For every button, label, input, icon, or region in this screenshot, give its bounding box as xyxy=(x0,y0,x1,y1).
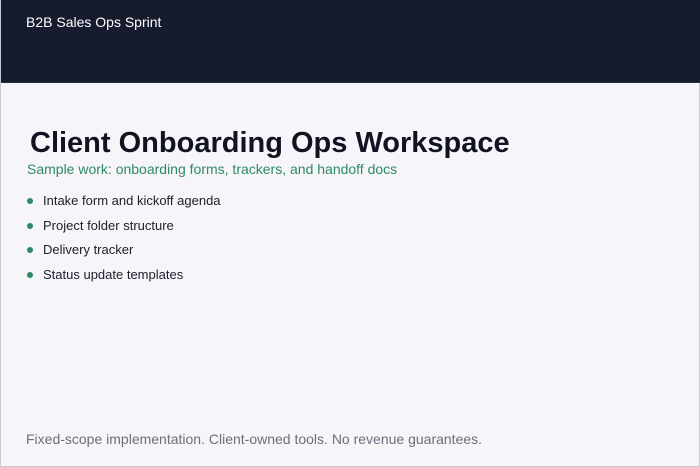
page: B2B Sales Ops Sprint Client Onboarding O… xyxy=(0,0,700,467)
bullet-dot-icon xyxy=(27,222,33,229)
brand-title[interactable]: B2B Sales Ops Sprint xyxy=(26,14,161,30)
list-item: Project folder structure xyxy=(27,218,221,243)
list-item: Delivery tracker xyxy=(27,242,221,267)
top-header: B2B Sales Ops Sprint xyxy=(1,0,700,83)
page-subtitle: Sample work: onboarding forms, trackers,… xyxy=(27,161,398,177)
list-item-label: Project folder structure xyxy=(43,217,174,233)
footer-disclaimer: Fixed-scope implementation. Client-owned… xyxy=(26,431,483,447)
list-item: Intake form and kickoff agenda xyxy=(27,193,221,218)
page-title: Client Onboarding Ops Workspace xyxy=(30,127,510,159)
list-item-label: Status update templates xyxy=(43,266,184,282)
bullet-dot-icon xyxy=(27,198,33,204)
bullet-dot-icon xyxy=(27,247,33,253)
deliverables-list: Intake form and kickoff agenda Project f… xyxy=(27,193,221,291)
list-item: Status update templates xyxy=(27,267,221,292)
list-item-label: Intake form and kickoff agenda xyxy=(43,193,221,208)
bullet-dot-icon xyxy=(27,271,33,278)
list-item-label: Delivery tracker xyxy=(43,242,134,257)
